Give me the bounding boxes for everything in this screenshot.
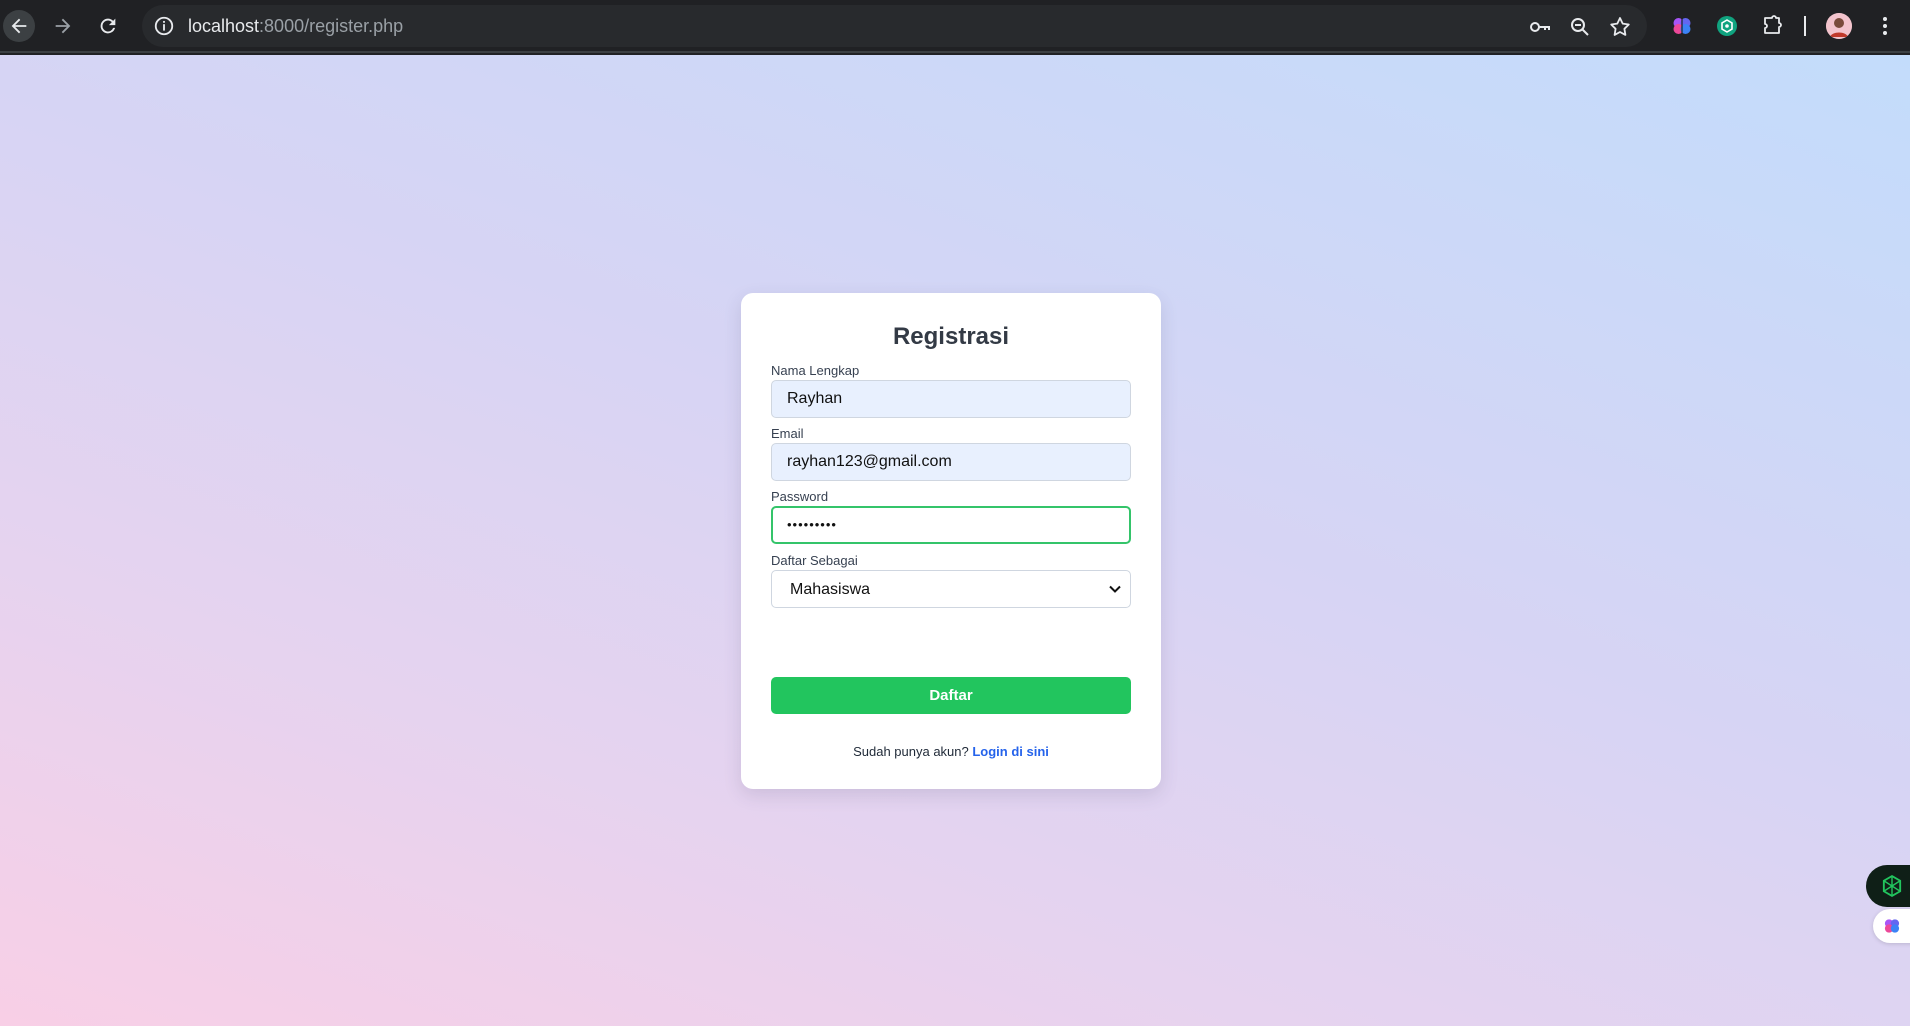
- email-input[interactable]: [771, 443, 1131, 481]
- role-select[interactable]: Mahasiswa: [771, 570, 1131, 608]
- name-label: Nama Lengkap: [771, 363, 860, 378]
- register-button[interactable]: Daftar: [771, 677, 1131, 714]
- chatgpt-icon: [1882, 875, 1902, 897]
- name-input[interactable]: [771, 380, 1131, 418]
- url-text[interactable]: localhost:8000/register.php: [188, 16, 403, 36]
- role-select-value: Mahasiswa: [790, 581, 871, 598]
- page-title: Registrasi: [892, 323, 1010, 350]
- kebab-menu-icon[interactable]: [1876, 14, 1894, 38]
- chatgpt-side-widget[interactable]: [1866, 865, 1910, 907]
- reload-button[interactable]: [92, 10, 124, 42]
- login-prompt-line: Sudah punya akun? Login di sini: [741, 744, 1161, 759]
- password-label: Password: [771, 489, 829, 504]
- password-input[interactable]: •••••••••: [771, 506, 1131, 544]
- address-bar[interactable]: localhost:8000/register.php: [142, 5, 1647, 47]
- key-icon[interactable]: [1528, 15, 1552, 39]
- url-path: :8000/register.php: [259, 16, 404, 36]
- role-label: Daftar Sebagai: [771, 553, 858, 568]
- forward-button[interactable]: [47, 10, 79, 42]
- email-label: Email: [771, 426, 804, 441]
- back-button[interactable]: [3, 10, 35, 42]
- brain-icon: [1884, 919, 1900, 933]
- profile-avatar[interactable]: [1826, 13, 1852, 39]
- chatgpt-icon[interactable]: [1715, 14, 1739, 38]
- login-link[interactable]: Login di sini: [972, 744, 1049, 759]
- chevron-down-icon: [1109, 585, 1121, 593]
- zoom-icon[interactable]: [1568, 15, 1592, 39]
- browser-toolbar: localhost:8000/register.php: [0, 0, 1910, 53]
- page-viewport: Registrasi Nama Lengkap Email Password •…: [0, 55, 1910, 1026]
- brain-side-widget[interactable]: [1873, 909, 1910, 943]
- login-prompt-text: Sudah punya akun?: [853, 744, 969, 759]
- arrow-left-icon: [11, 18, 27, 34]
- arrow-right-icon: [55, 18, 71, 34]
- toolbar-separator: [1804, 16, 1806, 36]
- reload-icon: [100, 18, 116, 34]
- registration-card: Registrasi Nama Lengkap Email Password •…: [741, 293, 1161, 789]
- avatar-icon: [1826, 13, 1852, 39]
- puzzle-icon[interactable]: [1760, 14, 1784, 38]
- brain-icon[interactable]: [1670, 14, 1694, 38]
- info-icon[interactable]: [153, 15, 175, 37]
- star-icon[interactable]: [1608, 15, 1632, 39]
- url-host: localhost: [188, 16, 260, 36]
